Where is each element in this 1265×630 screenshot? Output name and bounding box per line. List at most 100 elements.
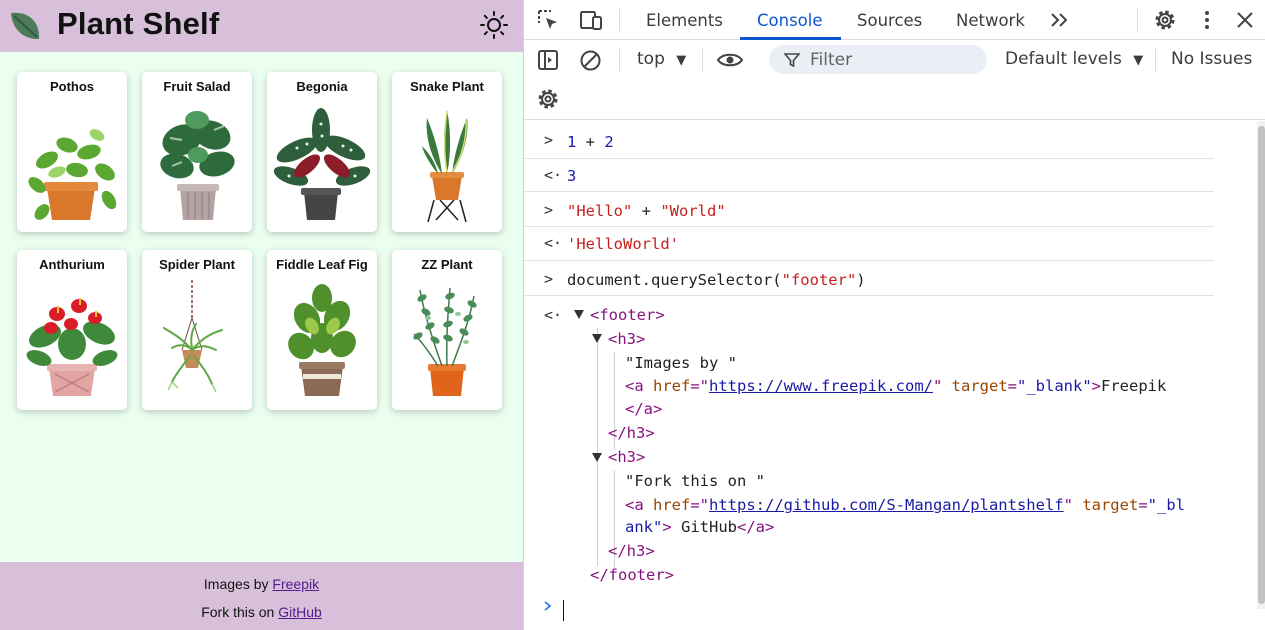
console-result-text: 3 [567, 167, 577, 185]
plant-card-anthurium[interactable]: Anthurium [17, 250, 127, 410]
plant-name: Pothos [49, 79, 95, 94]
dom-anchor-github[interactable]: <a href="https://github.com/S-Mangan/pla… [625, 496, 1185, 514]
console-input-entry: > "Hello" + "World" [524, 192, 1214, 227]
live-expression-eye-icon[interactable] [716, 51, 744, 69]
dom-text-node[interactable]: "Fork this on " [625, 472, 765, 490]
filter-input[interactable]: Filter [769, 45, 987, 74]
toolbar-divider [1155, 49, 1156, 71]
more-options-icon[interactable] [1199, 9, 1215, 31]
begonia-image [273, 108, 371, 220]
toolbar-divider [619, 9, 620, 31]
result-arrow-icon: <· [544, 166, 563, 184]
dom-anchor-github-wrap: ank"> GitHub</a> [625, 518, 775, 536]
footer-images-prefix: Images by [203, 576, 269, 592]
dom-h3-close: </h3> [608, 424, 655, 442]
plant-name: Anthurium [39, 257, 105, 272]
settings-gear-icon[interactable] [1153, 8, 1177, 32]
issues-counter[interactable]: No Issues [1171, 49, 1252, 69]
plant-name: ZZ Plant [421, 257, 473, 272]
console-input-entry: > 1 + 2 [524, 121, 1214, 159]
freepik-link[interactable]: Freepik [272, 576, 319, 592]
dropdown-arrow-icon: ▼ [676, 53, 687, 68]
plant-shelf-page: Plant Shelf Pothos Fruit Salad Begonia S… [0, 0, 523, 630]
console-output[interactable]: > 1 + 2 <· 3 > "Hello" + "World" <· 'Hel… [524, 121, 1257, 630]
filter-placeholder: Filter [810, 50, 853, 70]
console-settings-gear-icon[interactable] [536, 87, 560, 111]
snake-plant-image [422, 110, 468, 223]
console-dom-result: <· <footer> <h3> "Images by " <a href="h… [524, 296, 1214, 586]
plant-name: Spider Plant [159, 257, 235, 272]
leaf-icon [11, 12, 40, 40]
dom-footer-close: </footer> [590, 566, 674, 584]
site-title: Plant Shelf [57, 6, 220, 41]
plant-name: Snake Plant [410, 79, 484, 94]
plant-card-snake-plant[interactable]: Snake Plant [392, 72, 502, 232]
footer-images-credit: Images by Freepik [0, 576, 523, 592]
tab-network[interactable]: Network [956, 11, 1025, 30]
toolbar-divider [619, 49, 620, 71]
console-input-text: "Hello" + "World" [567, 202, 726, 220]
dom-h3-open[interactable]: <h3> [608, 448, 645, 466]
plant-card-begonia[interactable]: Begonia [267, 72, 377, 232]
pothos-image [28, 129, 117, 220]
plant-card-fruit-salad[interactable]: Fruit Salad [142, 72, 252, 232]
expand-triangle-icon[interactable] [592, 334, 602, 343]
dom-h3-close: </h3> [608, 542, 655, 560]
plant-card-spider-plant[interactable]: Spider Plant [142, 250, 252, 410]
inspect-element-icon[interactable] [537, 9, 559, 31]
devtools-panel: Elements Console Sources Network top ▼ F… [523, 0, 1265, 630]
anthurium-image [26, 298, 118, 396]
dom-anchor-close: </a> [625, 400, 663, 418]
dom-h3-open[interactable]: <h3> [608, 330, 645, 348]
sidebar-toggle-icon[interactable] [537, 49, 559, 71]
device-toolbar-icon[interactable] [579, 9, 603, 31]
close-icon[interactable] [1235, 10, 1255, 30]
log-levels-dropdown[interactable]: Default levels ▼ [1005, 49, 1143, 69]
footer-fork-prefix: Fork this on [201, 604, 275, 620]
tab-elements[interactable]: Elements [646, 11, 723, 30]
console-input-entry: > document.querySelector("footer") [524, 261, 1214, 296]
dom-anchor-freepik[interactable]: <a href="https://www.freepik.com/" targe… [625, 377, 1166, 395]
result-arrow-icon: <· [544, 306, 563, 324]
toolbar-divider [702, 49, 703, 71]
toolbar-divider [1137, 9, 1138, 31]
log-levels-value: Default levels [1005, 49, 1122, 69]
clear-console-icon[interactable] [579, 49, 602, 72]
tab-sources[interactable]: Sources [857, 11, 922, 30]
console-result-entry: <· 3 [524, 159, 1214, 192]
sun-icon[interactable] [479, 10, 509, 40]
tab-console[interactable]: Console [757, 11, 823, 30]
input-chevron-icon: > [544, 201, 554, 219]
prompt-chevron-icon [544, 601, 552, 611]
fiddle-leaf-fig-image [288, 284, 356, 396]
scrollbar-thumb[interactable] [1258, 126, 1265, 604]
expand-triangle-icon[interactable] [592, 453, 602, 462]
dom-footer-open[interactable]: <footer> [590, 306, 665, 324]
plant-card-pothos[interactable]: Pothos [17, 72, 127, 232]
input-chevron-icon: > [544, 270, 554, 288]
plant-card-fiddle-leaf-fig[interactable]: Fiddle Leaf Fig [267, 250, 377, 410]
devtools-tab-bar: Elements Console Sources Network [524, 0, 1265, 40]
result-arrow-icon: <· [544, 234, 563, 252]
console-input-text: document.querySelector("footer") [567, 271, 866, 289]
github-link[interactable]: GitHub [278, 604, 322, 620]
context-selector[interactable]: top ▼ [637, 49, 686, 69]
freepik-url-link[interactable]: https://www.freepik.com/ [709, 377, 933, 395]
plant-name: Fiddle Leaf Fig [276, 257, 368, 272]
filter-funnel-icon [784, 53, 800, 68]
console-input-text: 1 + 2 [567, 133, 614, 151]
site-footer: Images by Freepik Fork this on GitHub [0, 562, 523, 630]
console-scrollbar[interactable] [1257, 121, 1265, 609]
footer-fork-credit: Fork this on GitHub [0, 604, 523, 620]
more-tabs-chevron-icon[interactable] [1050, 11, 1070, 29]
console-prompt-input[interactable] [563, 600, 564, 621]
dom-text-node[interactable]: "Images by " [625, 354, 737, 372]
expand-triangle-icon[interactable] [574, 310, 584, 319]
plant-card-zz-plant[interactable]: ZZ Plant [392, 250, 502, 410]
github-url-link[interactable]: https://github.com/S-Mangan/plantshelf [709, 496, 1064, 514]
console-result-text: 'HelloWorld' [567, 235, 679, 253]
fruit-salad-image [160, 111, 235, 220]
tree-guide-line [597, 328, 598, 566]
console-toolbar: top ▼ Filter Default levels ▼ No Issues [524, 40, 1265, 120]
input-chevron-icon: > [544, 131, 554, 149]
